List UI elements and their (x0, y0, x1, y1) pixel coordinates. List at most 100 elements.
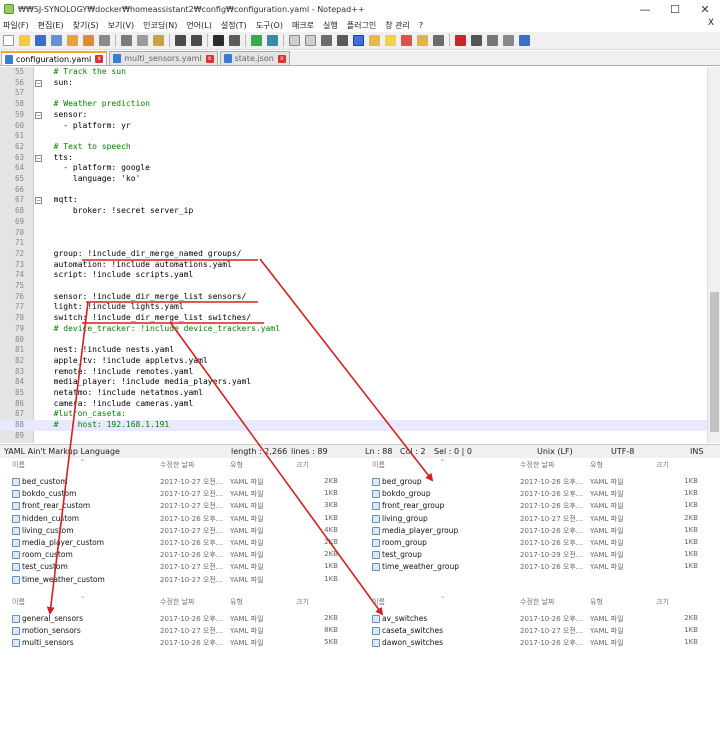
editor-line[interactable]: 83 remote: !include remotes.yaml (0, 367, 707, 378)
menu-view[interactable]: 보기(V) (108, 20, 134, 31)
editor-line[interactable]: 69 (0, 217, 707, 228)
paste-icon[interactable] (153, 35, 164, 46)
play-macro-icon[interactable] (487, 35, 498, 46)
editor-line[interactable]: 61 (0, 131, 707, 142)
editor-line[interactable]: 77 light: !include lights.yaml (0, 302, 707, 313)
file-row[interactable]: multi_sensors 2017-10-26 오후... YAML 파일 5KB (0, 637, 360, 649)
print-icon[interactable] (99, 35, 110, 46)
file-row[interactable]: room_group 2017-10-26 오후... YAML 파일 1KB (360, 537, 720, 549)
file-row[interactable]: living_custom 2017-10-27 오전... YAML 파일 4KB (0, 525, 360, 537)
editor-line[interactable]: 72 group: !include_dir_merge_named group… (0, 249, 707, 260)
tab-state-json[interactable]: state.json x (219, 51, 290, 65)
editor-line[interactable]: 70 (0, 228, 707, 239)
editor-line[interactable]: 56 sun: − (0, 78, 707, 89)
save-macro-icon[interactable] (519, 35, 530, 46)
monitoring-icon[interactable] (433, 35, 444, 46)
editor-line[interactable]: 66 (0, 185, 707, 196)
file-row[interactable]: bokdo_custom 2017-10-27 오전... YAML 파일 1KB (0, 488, 360, 500)
menu-plugins[interactable]: 플러그인 (347, 20, 376, 31)
explorer-header-size[interactable]: 크기 (656, 597, 669, 609)
explorer-header-size[interactable]: 크기 (656, 460, 669, 472)
open-file-icon[interactable] (19, 35, 30, 46)
editor-line[interactable]: 78 switch: !include_dir_merge_list switc… (0, 313, 707, 324)
close-tab-icon[interactable]: x (277, 54, 286, 63)
new-file-icon[interactable] (3, 35, 14, 46)
editor-line[interactable]: 67 mqtt: − (0, 195, 707, 206)
explorer-header-name[interactable]: 이름 (372, 597, 385, 609)
menu-settings[interactable]: 설정(T) (221, 20, 247, 31)
editor-line[interactable]: 65 language: 'ko' (0, 174, 707, 185)
editor-line[interactable]: 57 (0, 88, 707, 99)
tab-configuration-yaml[interactable]: configuration.yaml x (1, 51, 108, 65)
file-row[interactable]: media_player_custom 2017-10-26 오후... YAML … (0, 537, 360, 549)
scrollbar-thumb[interactable] (710, 292, 719, 432)
save-all-icon[interactable] (51, 35, 62, 46)
fold-toggle-icon[interactable]: − (35, 197, 42, 205)
editor-line[interactable]: 64 - platform: google (0, 163, 707, 174)
editor-line[interactable]: 76 sensor: !include_dir_merge_list senso… (0, 292, 707, 303)
menu-tools[interactable]: 도구(O) (256, 20, 283, 31)
editor-line[interactable]: 58 # Weather prediction (0, 99, 707, 110)
close-all-icon[interactable] (83, 35, 94, 46)
explorer-header-size[interactable]: 크기 (296, 460, 309, 472)
explorer-header-name[interactable]: 이름 (12, 460, 25, 472)
find-icon[interactable] (213, 35, 224, 46)
close-button[interactable]: ✕ (690, 3, 720, 16)
explorer-header-date[interactable]: 수정한 날짜 (520, 597, 554, 609)
editor-line[interactable]: 87 #lutron_caseta: (0, 409, 707, 420)
maximize-button[interactable]: ☐ (660, 3, 690, 16)
sync-horizontal-icon[interactable] (305, 35, 316, 46)
file-row[interactable]: bokdo_group 2017-10-26 오후... YAML 파일 1KB (360, 488, 720, 500)
fold-toggle-icon[interactable]: − (35, 154, 42, 162)
editor-line[interactable]: 55 # Track the sun (0, 67, 707, 78)
explorer-header-name[interactable]: 이름 (372, 460, 385, 472)
file-row[interactable]: room_custom 2017-10-26 오후... YAML 파일 2KB (0, 549, 360, 561)
editor-line[interactable]: 89 (0, 431, 707, 442)
explorer-header-type[interactable]: 유형 (590, 597, 603, 609)
file-row[interactable]: general_sensors 2017-10-26 오후... YAML 파일 2K… (0, 613, 360, 625)
editor-line[interactable]: 82 apple_tv: !include appletvs.yaml (0, 356, 707, 367)
function-list-icon[interactable] (401, 35, 412, 46)
menu-run[interactable]: 실행 (323, 20, 338, 31)
fold-toggle-icon[interactable]: − (35, 111, 42, 119)
editor-line[interactable]: 71 (0, 238, 707, 249)
menu-macro[interactable]: 매크로 (292, 20, 314, 31)
file-row[interactable]: front_rear_custom 2017-10-27 오전... YAML 파일… (0, 500, 360, 512)
play-multiple-icon[interactable] (503, 35, 514, 46)
file-row[interactable]: dawon_switches 2017-10-26 오후... YAML 파일 1KB (360, 637, 720, 649)
explorer-header-date[interactable]: 수정한 날짜 (520, 460, 554, 472)
code-editor[interactable]: 55 # Track the sun 56 sun: −57 58 # Weather… (0, 67, 720, 443)
editor-line[interactable]: 75 (0, 281, 707, 292)
explorer-header-name[interactable]: 이름 (12, 597, 25, 609)
cut-icon[interactable] (121, 35, 132, 46)
file-row[interactable]: bed_custom 2017-10-27 오전... YAML 파일 2KB (0, 476, 360, 488)
vertical-scrollbar[interactable] (707, 67, 720, 443)
file-row[interactable]: front_rear_group 2017-10-26 오후... YAML 파일 1… (360, 500, 720, 512)
explorer-header-date[interactable]: 수정한 날짜 (160, 597, 194, 609)
editor-line[interactable]: 79 # device_tracker: !include device_tra… (0, 324, 707, 335)
menu-help[interactable]: ? (419, 21, 423, 30)
menu-search[interactable]: 찾기(S) (73, 20, 99, 31)
explorer-header-type[interactable]: 유형 (230, 460, 243, 472)
document-map-icon[interactable] (385, 35, 396, 46)
editor-line[interactable]: 74 script: !include scripts.yaml (0, 270, 707, 281)
zoom-in-icon[interactable] (251, 35, 262, 46)
explorer-header-date[interactable]: 수정한 날짜 (160, 460, 194, 472)
editor-line[interactable]: 63 tts: − (0, 153, 707, 164)
file-row[interactable]: av_switches 2017-10-26 오후... YAML 파일 2KB (360, 613, 720, 625)
file-row[interactable]: test_custom 2017-10-27 오전... YAML 파일 1KB (0, 561, 360, 573)
tab-multi-sensors-yaml[interactable]: multi_sensors.yaml x (109, 51, 218, 65)
editor-line[interactable]: 88 # host: 192.168.1.191 (0, 420, 707, 431)
undo-icon[interactable] (175, 35, 186, 46)
menu-encoding[interactable]: 인코딩(N) (143, 20, 177, 31)
editor-line[interactable]: 84 media_player: !include media_players.… (0, 377, 707, 388)
editor-line[interactable]: 60 - platform: yr (0, 121, 707, 132)
word-wrap-icon[interactable] (321, 35, 332, 46)
save-icon[interactable] (35, 35, 46, 46)
file-row[interactable]: media_player_group 2017-10-26 오후... YAML 파… (360, 525, 720, 537)
zoom-out-icon[interactable] (267, 35, 278, 46)
menu-language[interactable]: 언어(L) (186, 20, 211, 31)
editor-line[interactable]: 85 netatmo: !include netatmos.yaml (0, 388, 707, 399)
indent-guide-icon[interactable] (353, 35, 364, 46)
record-macro-icon[interactable] (455, 35, 466, 46)
